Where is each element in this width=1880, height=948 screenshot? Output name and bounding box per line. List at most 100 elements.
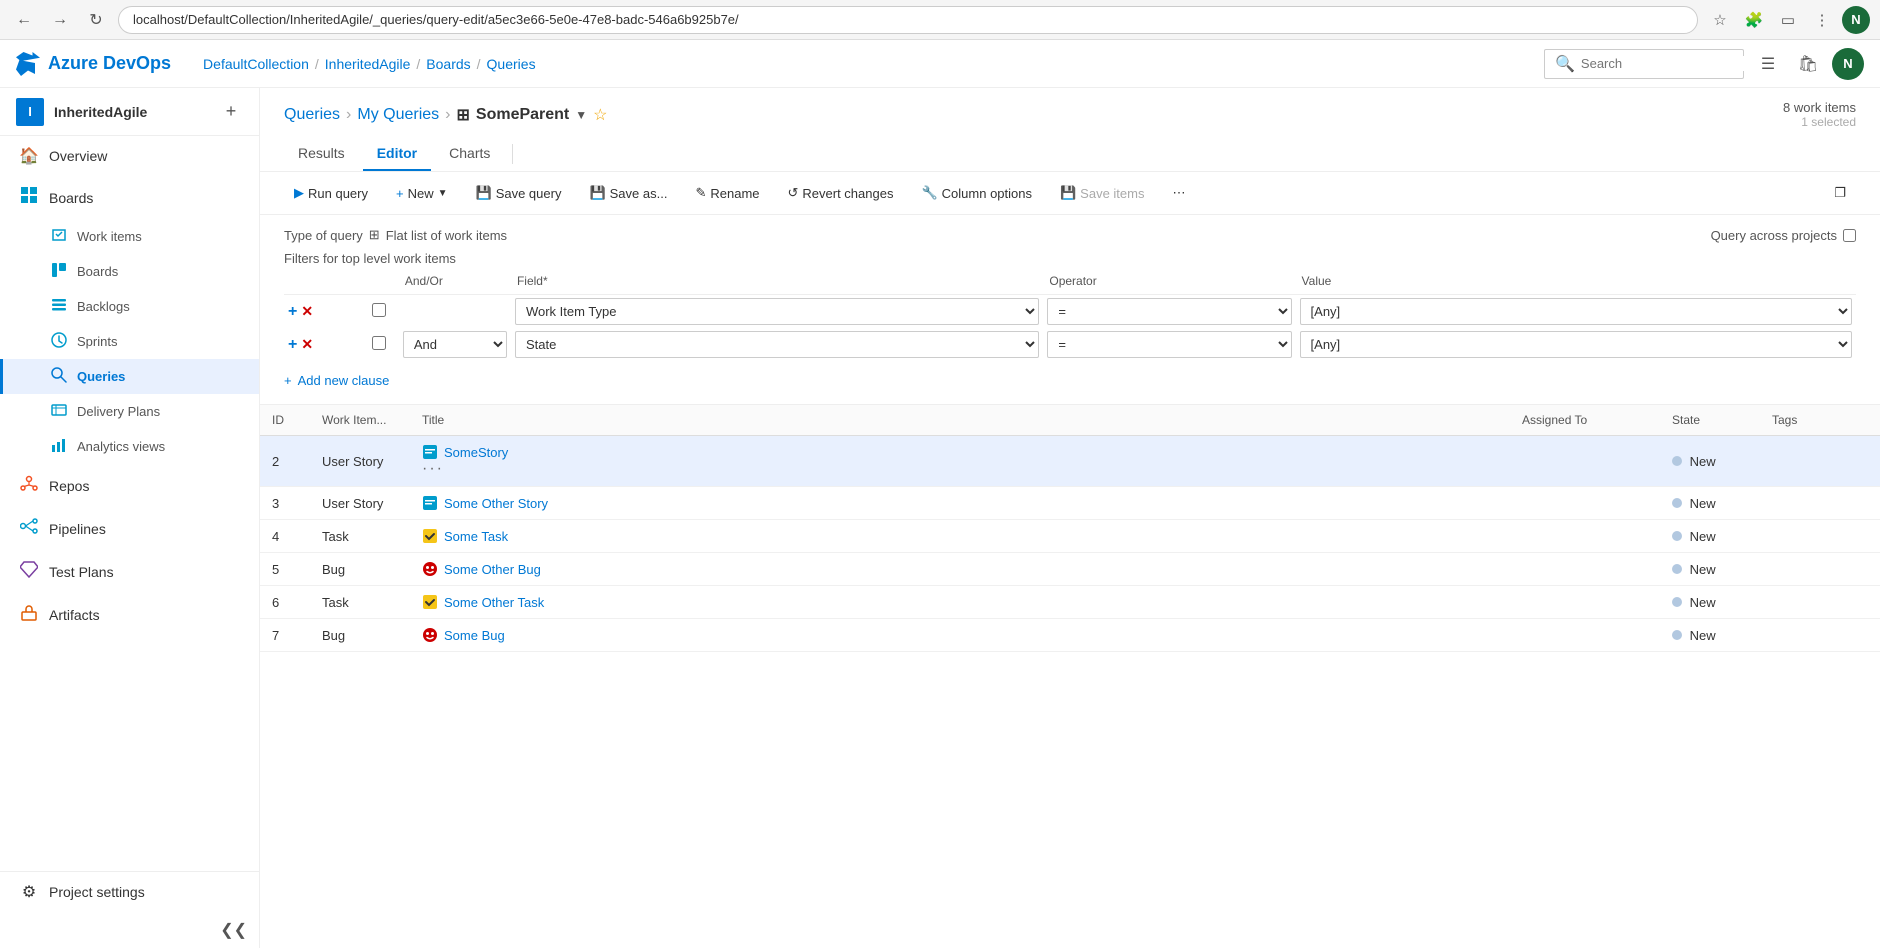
more-icon[interactable]: ⋮ [1808, 6, 1836, 34]
filter-row-1-remove[interactable]: ✕ [301, 303, 313, 320]
state-dot-3 [1672, 498, 1682, 508]
filter-row-2-field[interactable]: State [515, 331, 1039, 358]
sidebar-item-delivery-plans[interactable]: Delivery Plans [0, 394, 259, 429]
breadcrumb-default-collection[interactable]: DefaultCollection [203, 56, 309, 72]
revert-icon: ↺ [788, 185, 799, 201]
bookmark-icon[interactable]: ☆ [1706, 6, 1734, 34]
sidebar-label-sprints: Sprints [77, 334, 117, 349]
work-item-link-5[interactable]: Some Other Bug [422, 561, 1498, 577]
filter-row-1-operator[interactable]: = [1047, 298, 1291, 325]
app-topbar: Azure DevOps DefaultCollection / Inherit… [0, 40, 1880, 88]
sidebar-item-sprints[interactable]: Sprints [0, 324, 259, 359]
col-header-field: Field* [511, 272, 1043, 295]
table-row-2[interactable]: 2 User Story SomeStory ··· New [260, 436, 1880, 487]
sidebar-item-repos[interactable]: Repos [0, 464, 259, 507]
revert-changes-button[interactable]: ↺ Revert changes [778, 180, 904, 206]
breadcrumb-star-icon[interactable]: ☆ [593, 105, 607, 125]
sidebar-item-backlogs[interactable]: Backlogs [0, 289, 259, 324]
sidebar-item-work-items[interactable]: Work items [0, 219, 259, 254]
table-row-7[interactable]: 7 Bug Some Bug New [260, 619, 1880, 652]
add-clause-button[interactable]: + Add new clause [284, 369, 1856, 392]
breadcrumb-queries[interactable]: Queries [487, 56, 536, 72]
add-project-button[interactable]: + [219, 100, 243, 124]
sidebar-collapse-button[interactable]: ❮❮ [0, 912, 259, 948]
sidebar-item-pipelines[interactable]: Pipelines [0, 507, 259, 550]
work-item-link-4[interactable]: Some Task [422, 528, 1498, 544]
browser-user-avatar[interactable]: N [1842, 6, 1870, 34]
filter-row-2-add[interactable]: + [288, 336, 297, 354]
sidebar-item-project-settings[interactable]: ⚙ Project settings [0, 872, 259, 912]
sidebar-item-boards-header[interactable]: Boards [0, 176, 259, 219]
sidebar-item-analytics[interactable]: Analytics views [0, 429, 259, 464]
cell-id-6: 6 [260, 586, 310, 619]
query-across-checkbox[interactable] [1843, 229, 1856, 242]
run-query-button[interactable]: ▶ Run query [284, 180, 378, 206]
breadcrumb-boards[interactable]: Boards [426, 56, 470, 72]
settings-icon[interactable]: ☰ [1752, 48, 1784, 80]
breadcrumb-dropdown-icon[interactable]: ▼ [575, 108, 587, 122]
work-item-link-6[interactable]: Some Other Task [422, 594, 1498, 610]
back-button[interactable]: ← [10, 6, 38, 34]
cell-assigned-2 [1510, 436, 1660, 487]
state-dot-5 [1672, 564, 1682, 574]
address-bar[interactable]: localhost/DefaultCollection/InheritedAgi… [118, 6, 1698, 34]
col-header-type: Work Item... [310, 405, 410, 436]
filter-row-2-andor[interactable]: And Or [403, 331, 507, 358]
expand-button[interactable]: ❐ [1824, 180, 1856, 206]
filter-row-2-remove[interactable]: ✕ [301, 336, 313, 353]
sidebar-item-artifacts[interactable]: Artifacts [0, 593, 259, 636]
breadcrumb-my-queries-link[interactable]: My Queries [357, 106, 439, 124]
topbar-user-avatar[interactable]: N [1832, 48, 1864, 80]
filter-row-1-checkbox[interactable] [372, 303, 386, 317]
sidebar-item-queries[interactable]: Queries [0, 359, 259, 394]
search-box[interactable]: 🔍 [1544, 49, 1744, 79]
tab-editor[interactable]: Editor [363, 137, 431, 171]
cell-tags-6 [1760, 586, 1880, 619]
cast-icon[interactable]: ▭ [1774, 6, 1802, 34]
extensions-icon[interactable]: 🧩 [1740, 6, 1768, 34]
work-item-link-2[interactable]: SomeStory [422, 444, 1498, 460]
new-button[interactable]: + New ▼ [386, 181, 458, 206]
rename-button[interactable]: ✎ Rename [685, 180, 769, 206]
sidebar-item-test-plans[interactable]: Test Plans [0, 550, 259, 593]
breadcrumb-inherited-agile[interactable]: InheritedAgile [325, 56, 411, 72]
table-row-6[interactable]: 6 Task Some Other Task New [260, 586, 1880, 619]
save-as-button[interactable]: 💾 Save as... [579, 180, 677, 206]
cell-tags-2 [1760, 436, 1880, 487]
column-options-button[interactable]: 🔧 Column options [911, 180, 1042, 206]
filter-row-2-checkbox[interactable] [372, 336, 386, 350]
forward-button[interactable]: → [46, 6, 74, 34]
work-item-icon-7 [422, 627, 438, 643]
breadcrumb-queries-link[interactable]: Queries [284, 106, 340, 124]
table-row-4[interactable]: 4 Task Some Task New [260, 520, 1880, 553]
filter-row-2-operator[interactable]: = [1047, 331, 1291, 358]
sidebar-item-boards[interactable]: Boards [0, 254, 259, 289]
app-logo[interactable]: Azure DevOps [16, 52, 171, 76]
new-dropdown-icon: ▼ [438, 188, 448, 199]
search-input[interactable] [1581, 56, 1757, 71]
table-row-5[interactable]: 5 Bug Some Other Bug New [260, 553, 1880, 586]
save-query-button[interactable]: 💾 Save query [466, 180, 572, 206]
query-type-table-icon: ⊞ [369, 227, 380, 243]
filter-row-1-field[interactable]: Work Item Type [515, 298, 1039, 325]
work-item-link-3[interactable]: Some Other Story [422, 495, 1498, 511]
sidebar-item-overview[interactable]: 🏠 Overview [0, 136, 259, 176]
filter-row-1-value[interactable]: [Any] [1300, 298, 1852, 325]
work-item-link-7[interactable]: Some Bug [422, 627, 1498, 643]
reload-button[interactable]: ↻ [82, 6, 110, 34]
add-clause-label: Add new clause [298, 373, 390, 388]
search-icon: 🔍 [1555, 54, 1575, 74]
save-items-button[interactable]: 💾 Save items [1050, 180, 1155, 206]
content-area: Queries › My Queries › ⊞ SomeParent ▼ ☆ … [260, 88, 1880, 948]
col-header-actions [284, 272, 368, 295]
more-options-button[interactable]: ⋯ [1162, 180, 1195, 206]
cart-icon[interactable]: 🛍 [1792, 48, 1824, 80]
col-header-title: Title [410, 405, 1510, 436]
tab-results[interactable]: Results [284, 137, 359, 171]
filter-row-1-add[interactable]: + [288, 303, 297, 321]
row-actions-2[interactable]: ··· [422, 460, 444, 477]
tab-charts[interactable]: Charts [435, 137, 504, 171]
filter-row-2-value[interactable]: [Any] [1300, 331, 1852, 358]
cell-title-6: Some Other Task [410, 586, 1510, 619]
table-row-3[interactable]: 3 User Story Some Other Story New [260, 487, 1880, 520]
